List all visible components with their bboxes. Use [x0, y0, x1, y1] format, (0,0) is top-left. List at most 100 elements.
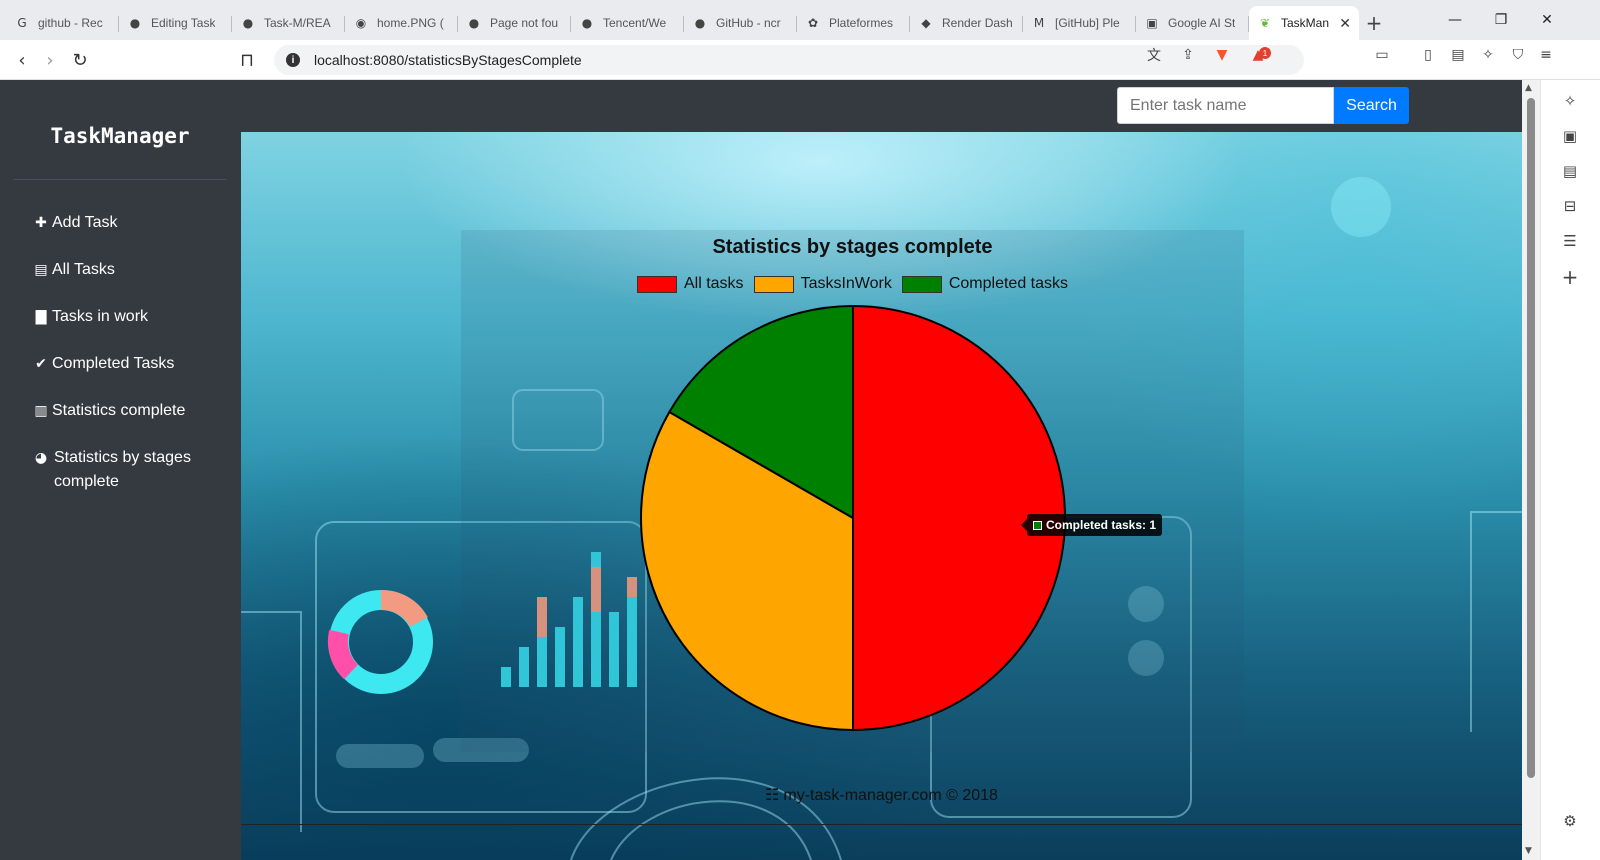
legend-swatch — [753, 275, 794, 293]
legend-label: All tasks — [683, 275, 744, 292]
browser-tab[interactable]: ◉ home.PNG ( — [345, 6, 458, 40]
plus-icon: ✚ — [35, 215, 47, 231]
tab-favicon-icon: ● — [468, 16, 480, 30]
chart-title: Statistics by stages complete — [712, 236, 993, 258]
browser-tab[interactable]: ● Tencent/We — [571, 6, 684, 40]
browser-tab[interactable]: ✿ Plateformes — [797, 6, 910, 40]
tab-label: Plateformes — [829, 16, 894, 30]
tab-close-icon[interactable]: ✕ — [1339, 15, 1351, 32]
tab-favicon-icon: ● — [581, 16, 593, 30]
wallet-icon[interactable]: ▤ — [1446, 46, 1470, 64]
tab-label: Page not fou — [490, 16, 559, 30]
brave-shield-icon[interactable]: ▼ — [1210, 46, 1234, 64]
legend-item-all-tasks[interactable]: All tasks — [636, 275, 744, 293]
reader-mode-icon[interactable]: ▭ — [1370, 46, 1394, 64]
sidebar-item-tasks-in-work[interactable]: ▇ Tasks in work — [34, 305, 224, 329]
new-tab-button[interactable]: + — [1359, 6, 1389, 40]
browser-tab[interactable]: ❦ TaskMan ✕ — [1249, 6, 1359, 40]
tab-label: github - Rec — [38, 16, 103, 30]
sidebar: TaskManager ✚ Add Task ▤ All Tasks ▇ Tas… — [0, 80, 241, 860]
legend-swatch — [636, 275, 677, 293]
add-panel-icon[interactable]: + — [1559, 265, 1581, 289]
settings-icon[interactable]: ⚙ — [1559, 810, 1581, 832]
tab-label: [GitHub] Ple — [1055, 16, 1120, 30]
reading-list-icon[interactable]: ☰ — [1559, 230, 1581, 252]
bookmarks-panel-icon[interactable]: ⊟ — [1559, 195, 1581, 217]
leo-sparkle-icon[interactable]: ✧ — [1559, 90, 1581, 112]
chart-tooltip: Completed tasks: 1 — [1020, 514, 1163, 536]
legend-item-tasks-in-work[interactable]: TasksInWork — [753, 275, 892, 293]
tab-label: TaskMan — [1281, 16, 1330, 30]
back-icon[interactable]: ‹ — [8, 46, 36, 74]
tooltip-text: Completed tasks: 1 — [1046, 518, 1157, 532]
scroll-up-icon[interactable]: ▲ — [1525, 83, 1532, 93]
sidebar-item-label: Statistics by stages complete — [54, 449, 191, 490]
forward-icon[interactable]: › — [36, 46, 64, 74]
minimize-icon[interactable]: — — [1432, 0, 1478, 40]
sidebar-item-statistics-by-stages[interactable]: ◕ Statistics by stages complete — [34, 446, 224, 494]
brand-logo[interactable]: TaskManager — [14, 124, 226, 148]
tab-label: home.PNG ( — [377, 16, 444, 30]
browser-tab[interactable]: Ggithub - Rec — [6, 6, 119, 40]
bookmark-icon[interactable]: ⊓ — [233, 46, 261, 74]
reload-icon[interactable]: ↻ — [66, 46, 94, 74]
tab-favicon-icon: ✿ — [807, 16, 819, 30]
legend-swatch — [901, 275, 942, 293]
browser-tab[interactable]: ◆ Render Dash — [910, 6, 1023, 40]
task-manager-app: TaskManager ✚ Add Task ▤ All Tasks ▇ Tas… — [0, 80, 1522, 860]
tab-favicon-icon: ❦ — [1259, 16, 1271, 30]
legend-label: TasksInWork — [800, 275, 892, 292]
sidebar-toggle-icon[interactable]: ▯ — [1416, 46, 1440, 64]
browser-tab[interactable]: ● Task-M/REA — [232, 6, 345, 40]
sidebar-item-statistics-complete[interactable]: ▥ Statistics complete — [34, 399, 224, 423]
tab-favicon-icon: ● — [694, 16, 706, 30]
pie-chart-icon: ◕ — [34, 450, 48, 466]
page-scrollbar[interactable]: ▲ ▼ — [1522, 80, 1540, 860]
browser-tab[interactable]: ▣ Google AI St — [1136, 6, 1249, 40]
tab-strip: Ggithub - Rec ● Editing Task ● Task-M/REA ◉ ho… — [6, 6, 1359, 40]
footer-divider — [241, 824, 1522, 825]
tab-label: Task-M/REA — [264, 16, 331, 30]
sidebar-item-label: Add Task — [52, 214, 118, 231]
window-close-icon[interactable]: ✕ — [1524, 0, 1570, 40]
menu-icon[interactable]: ≡ — [1534, 46, 1558, 64]
tab-favicon-icon: M — [1033, 16, 1045, 30]
pie-chart[interactable] — [461, 230, 1244, 752]
scrollbar-thumb[interactable] — [1527, 98, 1535, 778]
address-bar: ‹ › ↻ ⊓ i localhost:8080/statisticsBySta… — [0, 40, 1600, 80]
sidebar-item-add-task[interactable]: ✚ Add Task — [34, 211, 224, 235]
browser-tab[interactable]: ● Editing Task — [119, 6, 232, 40]
browser-side-panel: ✧ ▣ ▤ ⊟ ☰ + ⚙ — [1540, 80, 1600, 860]
list-icon: ▤ — [34, 262, 48, 278]
sidebar-divider — [14, 179, 226, 180]
legend-item-completed-tasks[interactable]: Completed tasks — [901, 275, 1068, 293]
leo-ai-icon[interactable]: ✧ — [1476, 46, 1500, 64]
media-icon[interactable]: ▣ — [1559, 125, 1581, 147]
search-input[interactable] — [1117, 87, 1334, 124]
site-info-icon[interactable]: i — [286, 53, 300, 67]
share-icon[interactable]: ⇪ — [1176, 46, 1200, 64]
browser-tab[interactable]: ● GitHub - ncr — [684, 6, 797, 40]
sidebar-item-completed-tasks[interactable]: ✔ Completed Tasks — [34, 352, 224, 376]
notification-badge: 1 — [1259, 47, 1271, 59]
sidebar-item-all-tasks[interactable]: ▤ All Tasks — [34, 258, 224, 282]
tab-favicon-icon: ▣ — [1146, 16, 1158, 30]
tab-label: Tencent/We — [603, 16, 667, 30]
browser-tab-bar: Ggithub - Rec ● Editing Task ● Task-M/REA ◉ ho… — [0, 0, 1600, 40]
browser-tab[interactable]: ● Page not fou — [458, 6, 571, 40]
vpn-icon[interactable]: ⛉ — [1506, 46, 1530, 64]
bar-chart-icon: ▥ — [34, 403, 48, 419]
browser-tab[interactable]: M [GitHub] Ple — [1023, 6, 1136, 40]
tab-label: Editing Task — [151, 16, 216, 30]
tab-favicon-icon: ● — [242, 16, 254, 30]
sidebar-item-label: Completed Tasks — [52, 355, 175, 372]
chart-panel: Statistics by stages complete All tasks … — [461, 230, 1244, 752]
url-text: localhost:8080/statisticsByStagesComplet… — [314, 52, 582, 68]
scroll-down-icon[interactable]: ▼ — [1525, 846, 1532, 856]
search-button[interactable]: Search — [1334, 87, 1409, 124]
translate-icon[interactable]: 文 — [1142, 46, 1166, 64]
wallet-panel-icon[interactable]: ▤ — [1559, 160, 1581, 182]
restore-icon[interactable]: ❐ — [1478, 0, 1524, 40]
tab-label: GitHub - ncr — [716, 16, 781, 30]
tab-favicon-icon: ● — [129, 16, 141, 30]
